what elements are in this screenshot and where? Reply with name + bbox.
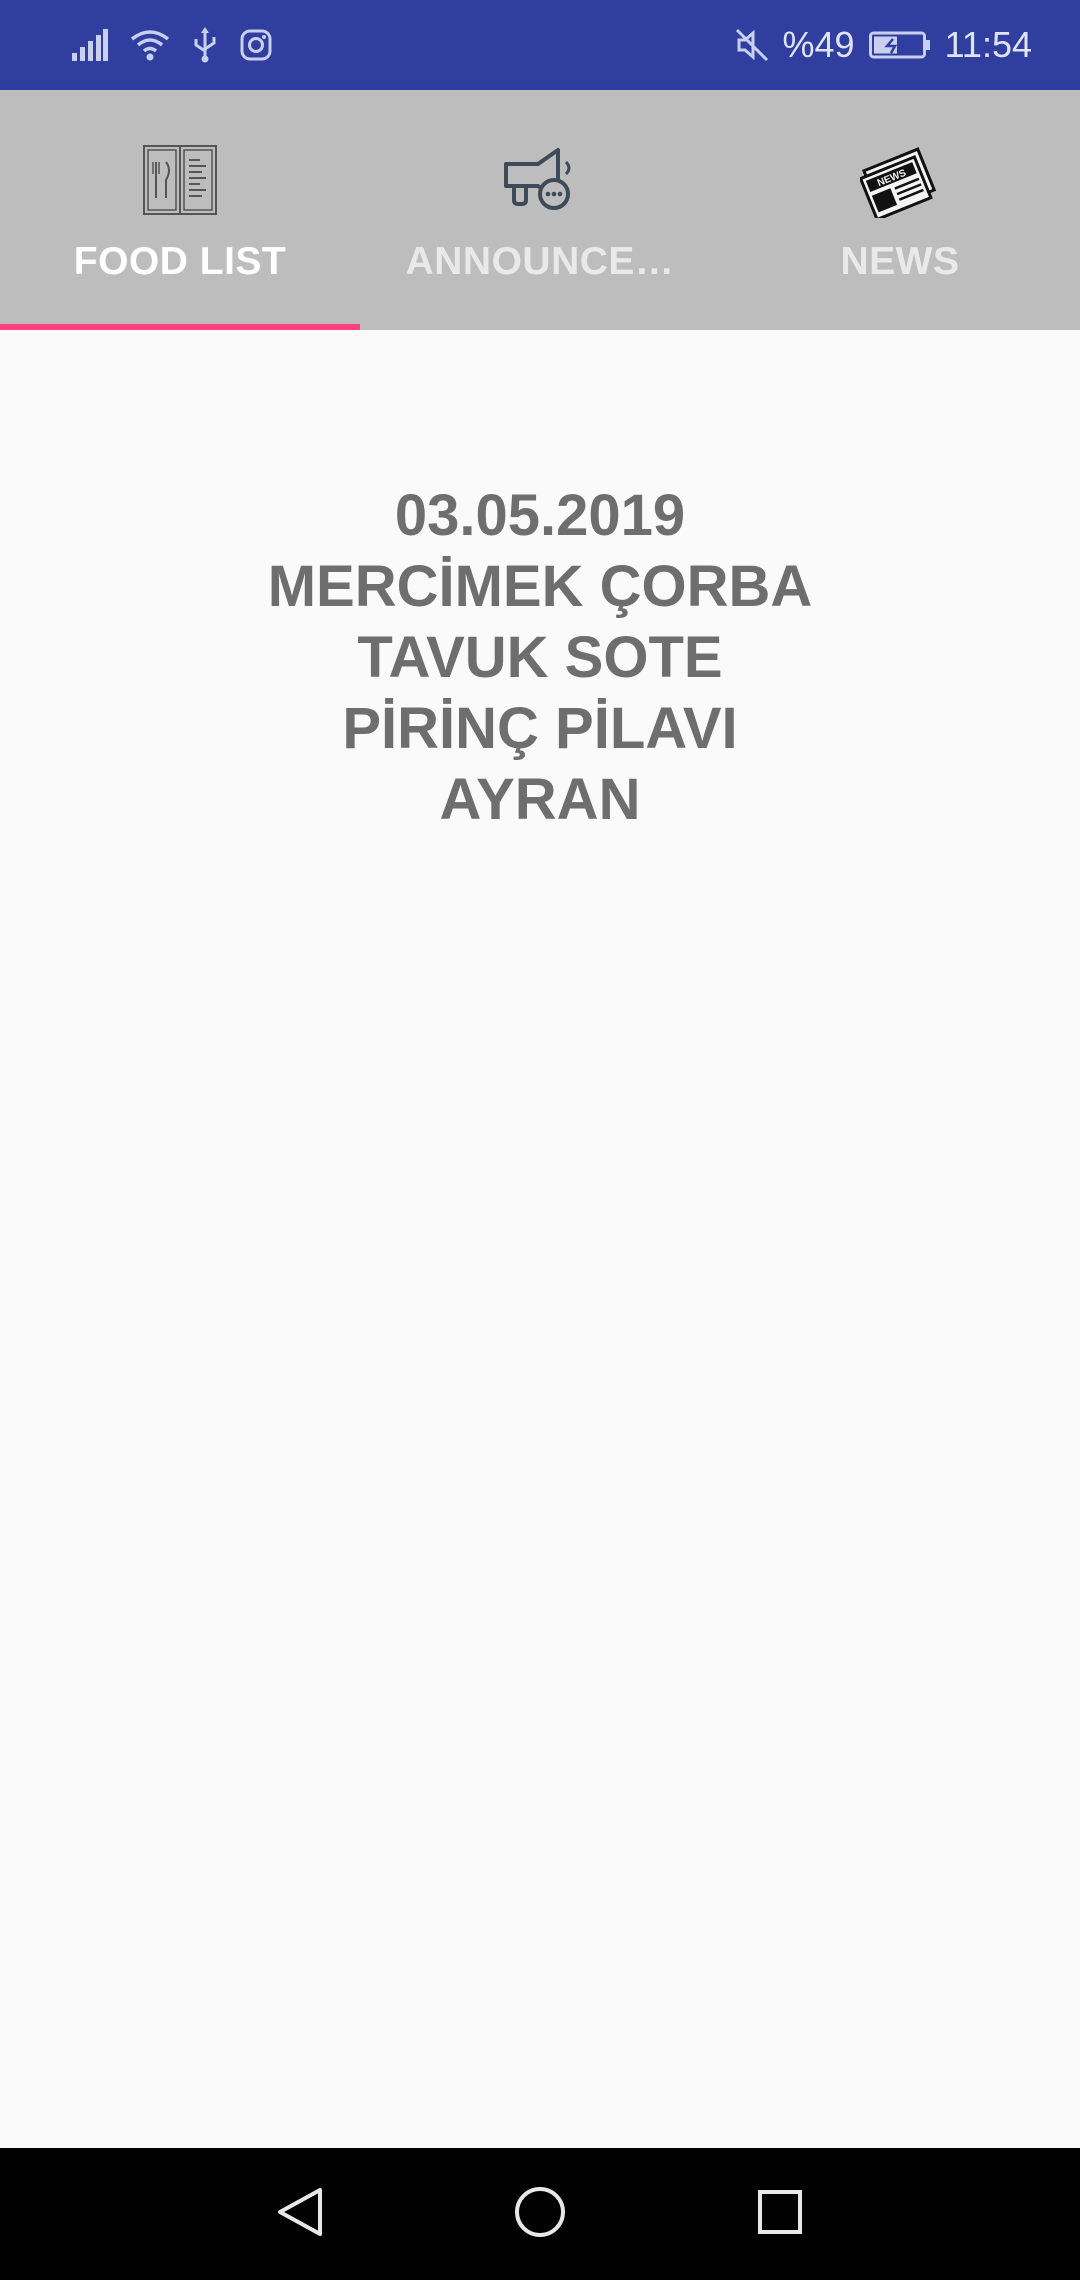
menu-date: 03.05.2019 (394, 483, 686, 548)
recents-button[interactable] (660, 2148, 900, 2280)
menu-item: TAVUK SOTE (357, 625, 723, 690)
status-bar-right: %49 11:54 (721, 24, 1032, 66)
clock: 11:54 (944, 24, 1032, 65)
menu-item: PİRİNÇ PİLAVI (342, 696, 738, 761)
battery-percent: %49 (782, 24, 855, 65)
menu-item: MERCİMEK ÇORBA (267, 554, 813, 619)
menu-item: AYRAN (439, 767, 641, 832)
mute-icon (735, 28, 769, 62)
signal-icon (72, 29, 108, 61)
recents-icon (756, 2188, 804, 2241)
status-bar: %49 11:54 (0, 0, 1080, 90)
battery-icon (868, 30, 931, 60)
status-bar-left (72, 27, 294, 63)
megaphone-icon (500, 140, 580, 220)
instagram-icon (240, 29, 272, 61)
navigation-bar (0, 2148, 1080, 2280)
tab-news[interactable]: NEWS NEWS (720, 90, 1080, 330)
usb-icon (192, 27, 218, 63)
tab-announcements[interactable]: ANNOUNCE… (360, 90, 720, 330)
newspaper-icon: NEWS (860, 140, 940, 220)
menu-book-icon (142, 140, 218, 220)
daily-menu: 03.05.2019 MERCİMEK ÇORBA TAVUK SOTE PİR… (0, 480, 1080, 835)
tab-label: ANNOUNCE… (405, 240, 675, 283)
tab-bar: FOOD LIST ANNOUNCE… NEWS NEWS (0, 90, 1080, 330)
wifi-icon (130, 29, 170, 61)
home-button[interactable] (420, 2148, 660, 2280)
tab-label: NEWS (840, 240, 960, 283)
back-icon (276, 2186, 324, 2243)
food-list-content: 03.05.2019 MERCİMEK ÇORBA TAVUK SOTE PİR… (0, 330, 1080, 2148)
home-icon (513, 2185, 567, 2244)
tab-label: FOOD LIST (73, 240, 287, 283)
tab-food-list[interactable]: FOOD LIST (0, 90, 360, 330)
back-button[interactable] (180, 2148, 420, 2280)
